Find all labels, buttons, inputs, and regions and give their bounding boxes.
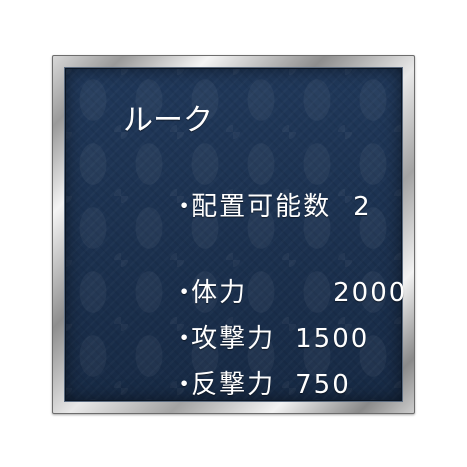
bullet: ・ <box>171 370 198 400</box>
piece-info-card: ルーク ・配置可能数 2 ・体力 2000 ・攻撃力 1500 ・反撃力 750 <box>0 0 467 467</box>
navy-panel: ルーク ・配置可能数 2 ・体力 2000 ・攻撃力 1500 ・反撃力 750 <box>64 67 405 402</box>
stat-value: 750 <box>295 370 351 400</box>
stat-row-placement: ・配置可能数 2 <box>105 168 372 246</box>
bullet: ・ <box>171 192 198 222</box>
stat-row-counter: ・反撃力 750 <box>105 346 351 424</box>
stat-label: 反撃力 <box>191 370 276 400</box>
stat-value: 2 <box>353 192 372 222</box>
piece-name: ルーク <box>123 103 213 138</box>
silver-frame: ルーク ・配置可能数 2 ・体力 2000 ・攻撃力 1500 ・反撃力 750 <box>52 55 415 414</box>
stat-label: 配置可能数 <box>191 192 332 222</box>
